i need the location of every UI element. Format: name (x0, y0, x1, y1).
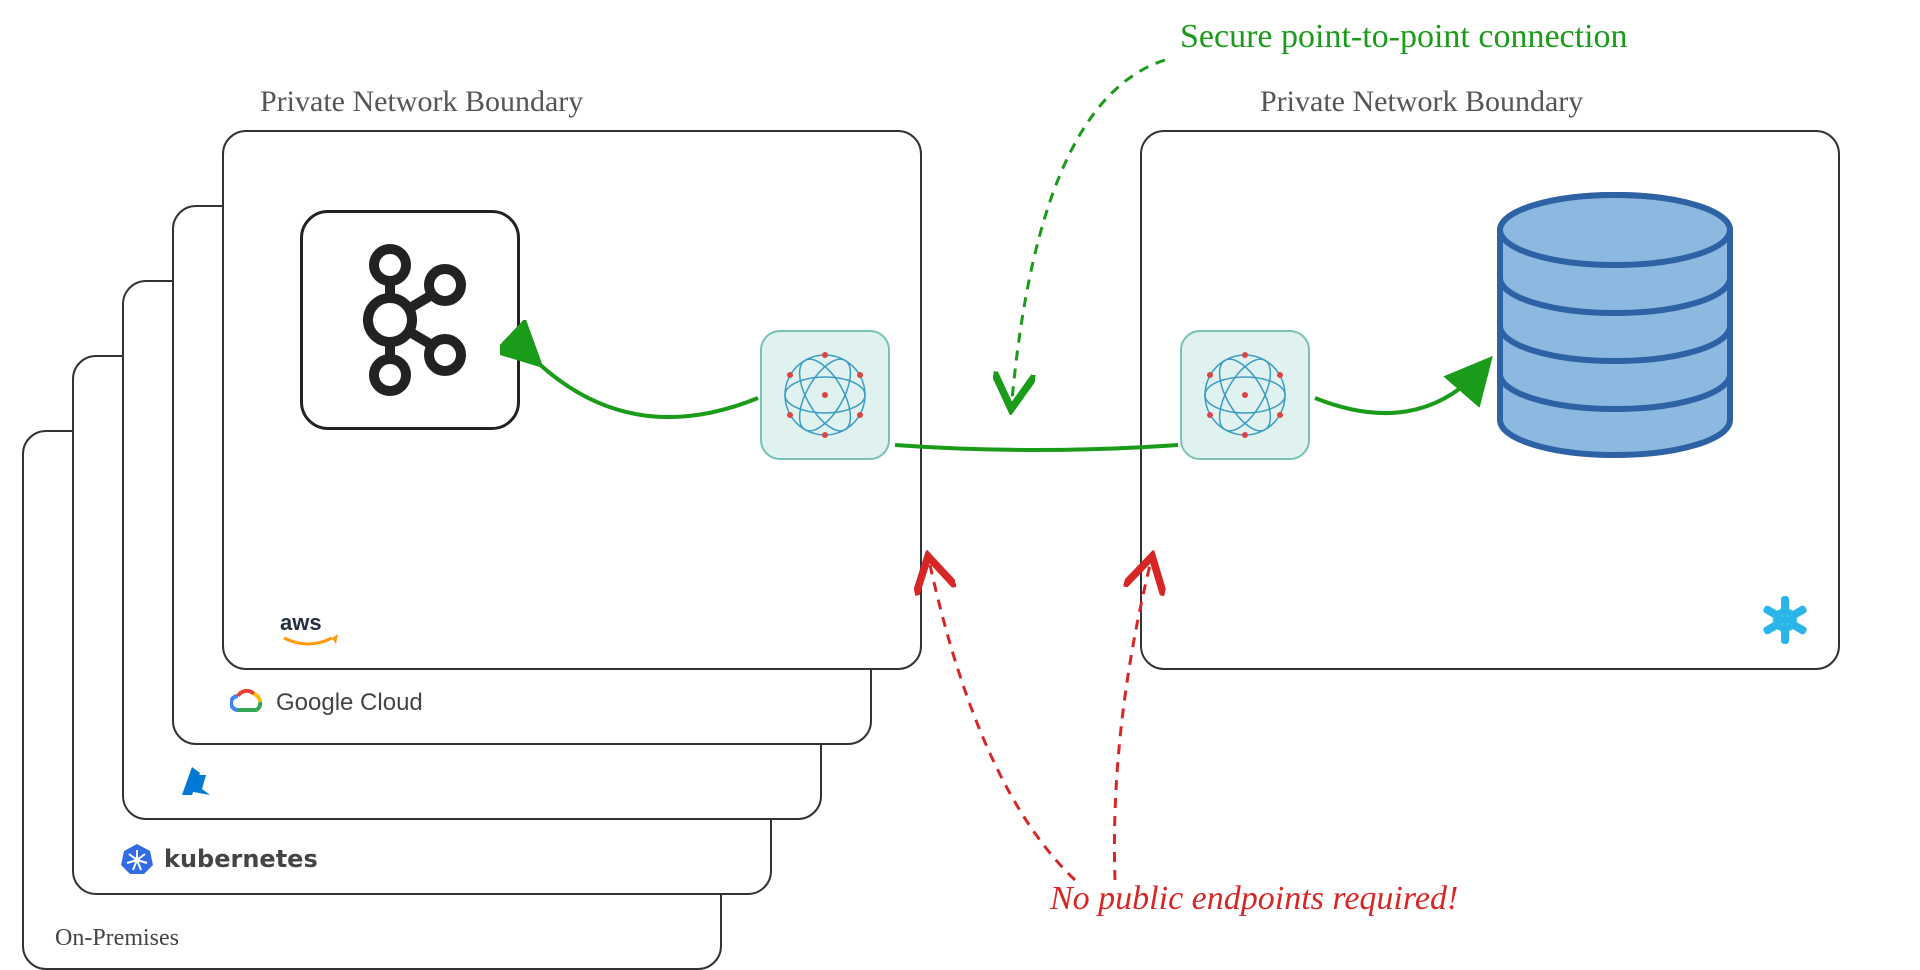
provider-k8s: kubernetes (120, 842, 318, 876)
kafka-icon (345, 235, 475, 405)
snowflake-icon (1755, 590, 1815, 650)
diagram-canvas: Private Network Boundary Private Network… (0, 0, 1920, 968)
provider-azure (180, 765, 226, 799)
azure-icon (180, 765, 216, 799)
gcp-icon (230, 688, 266, 718)
svg-text:aws: aws (280, 610, 322, 635)
red-callout-arrows (900, 530, 1180, 890)
provider-gcp: Google Cloud (230, 688, 423, 718)
provider-aws: aws (280, 610, 350, 652)
k8s-label: kubernetes (164, 845, 318, 873)
aws-icon: aws (280, 610, 350, 652)
green-callout-arrow (990, 50, 1190, 420)
database-icon (1480, 180, 1750, 470)
provider-onprem: On-Premises (55, 925, 179, 952)
gcp-label: Google Cloud (276, 689, 423, 717)
onprem-label: On-Premises (55, 925, 179, 952)
right-boundary-label: Private Network Boundary (1260, 85, 1583, 119)
left-boundary-label: Private Network Boundary (260, 85, 583, 119)
kafka-box (300, 210, 520, 430)
green-annotation: Secure point-to-point connection (1180, 18, 1628, 56)
k8s-icon (120, 842, 154, 876)
